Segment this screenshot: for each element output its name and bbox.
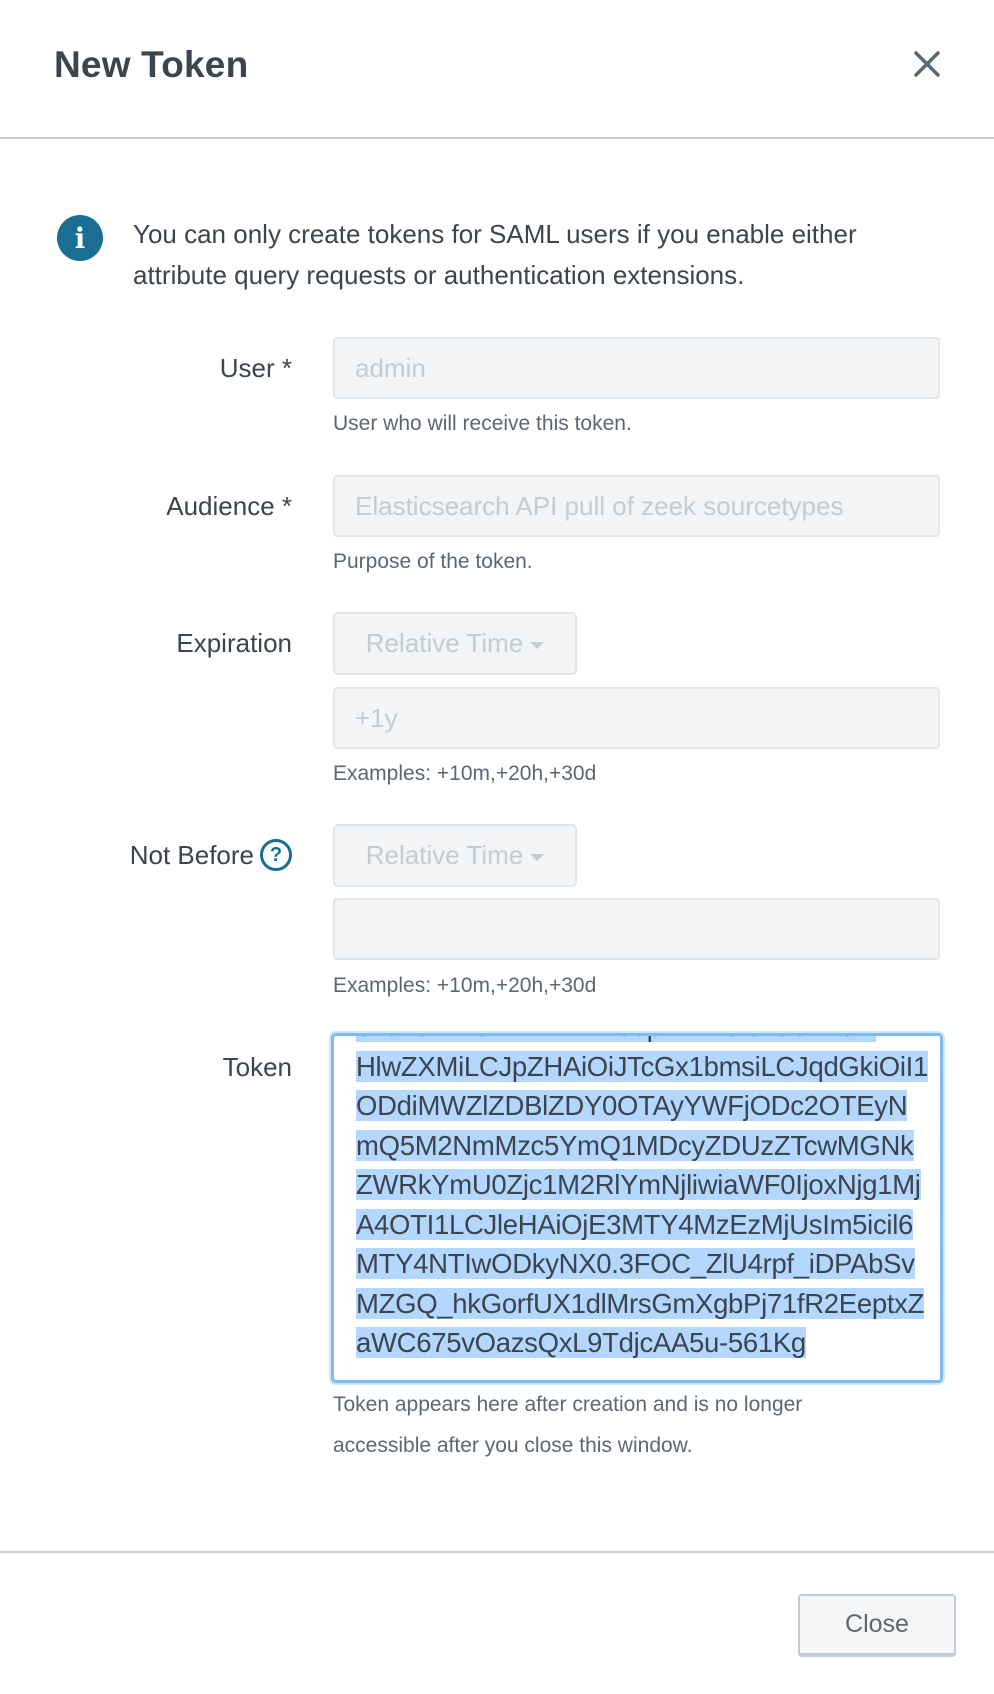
not-before-label: Not Before <box>129 840 254 870</box>
audience-input-value: Elasticsearch API pull of zeek sourcetyp… <box>355 490 844 521</box>
close-button[interactable]: Close <box>798 1594 956 1657</box>
caret-down-icon <box>530 641 545 649</box>
info-message-line-2: attribute query requests or authenticati… <box>133 260 745 290</box>
expiration-mode-dropdown[interactable]: Relative Time <box>333 612 577 675</box>
header-divider <box>0 137 994 139</box>
token-line: MZGQ_hkGorfUX1dlMrsGmXgbPj71fR2EeptxZ <box>356 1287 925 1319</box>
token-line: A4OTI1LCJleHAiOjE3MTY4MzEzMjUsIm5icil6 <box>356 1208 914 1240</box>
audience-input[interactable]: Elasticsearch API pull of zeek sourcetyp… <box>333 475 940 537</box>
user-help-text: User who will receive this token. <box>333 412 632 435</box>
question-circle-icon[interactable]: ? <box>260 839 292 871</box>
expiration-help-text: Examples: +10m,+20h,+30d <box>333 762 597 785</box>
info-icon: i <box>57 215 103 261</box>
token-line: ODdiMWZlZDBlZDY0OTAyYWFjODc2OTEyN <box>356 1090 908 1121</box>
audience-label: Audience * <box>166 491 292 521</box>
not-before-input[interactable] <box>333 898 940 960</box>
user-input[interactable]: admin <box>333 337 940 399</box>
token-line: mQ5M2NmMzc5YmQ1MDcyZDUzZTcwMGNk <box>356 1129 914 1161</box>
expiration-label: Expiration <box>176 628 292 658</box>
not-before-mode-dropdown[interactable]: Relative Time <box>333 824 577 887</box>
not-before-mode-value: Relative Time <box>365 840 524 870</box>
not-before-help-text: Examples: +10m,+20h,+30d <box>333 974 597 997</box>
token-line: HlwZXMiLCJpZHAiOiJTcGx1bmsiLCJqdGkiOiI1 <box>356 1050 929 1082</box>
close-dialog-button[interactable] <box>906 43 948 85</box>
token-line: MTY4NTIwODkyNX0.3FOC_ZlU4rpf_iDPAbSv <box>356 1248 915 1279</box>
token-textarea[interactable]: c291cmNldHlwZXMiLCJpZHAiOiJTcGx1bm HlwZX… <box>331 1033 943 1383</box>
token-label: Token <box>222 1052 292 1082</box>
expiration-input-value: +1y <box>355 702 398 733</box>
caret-down-icon <box>530 853 545 861</box>
token-help-text: Token appears here after creation and is… <box>333 1384 802 1466</box>
token-text: c291cmNldHlwZXMiLCJpZHAiOiJTcGx1bm HlwZX… <box>356 1036 929 1363</box>
audience-help-text: Purpose of the token. <box>333 550 533 573</box>
close-icon <box>914 51 940 77</box>
dialog-title: New Token <box>54 44 249 85</box>
expiration-input[interactable]: +1y <box>333 687 940 749</box>
token-help-line-1: Token appears here after creation and is… <box>333 1393 803 1416</box>
info-message-line-1: You can only create tokens for SAML user… <box>133 219 857 249</box>
footer-divider <box>0 1551 994 1553</box>
info-message: You can only create tokens for SAML user… <box>133 214 933 296</box>
user-input-value: admin <box>355 352 426 383</box>
expiration-mode-value: Relative Time <box>365 628 524 658</box>
token-line: c291cmNldHlwZXMiLCJpZHAiOiJTcGx1bm <box>356 1036 916 1047</box>
not-before-label-group: Not Before ? <box>0 839 292 871</box>
user-label: User * <box>219 353 292 383</box>
token-line: ZWRkYmU0Zjc1M2RlYmNjliwiaWF0IjoxNjg1Mj <box>356 1169 921 1200</box>
token-help-line-2: accessible after you close this window. <box>333 1434 693 1457</box>
token-line: aWC675vOazsQxL9TdjcAA5u-561Kg <box>356 1327 806 1358</box>
